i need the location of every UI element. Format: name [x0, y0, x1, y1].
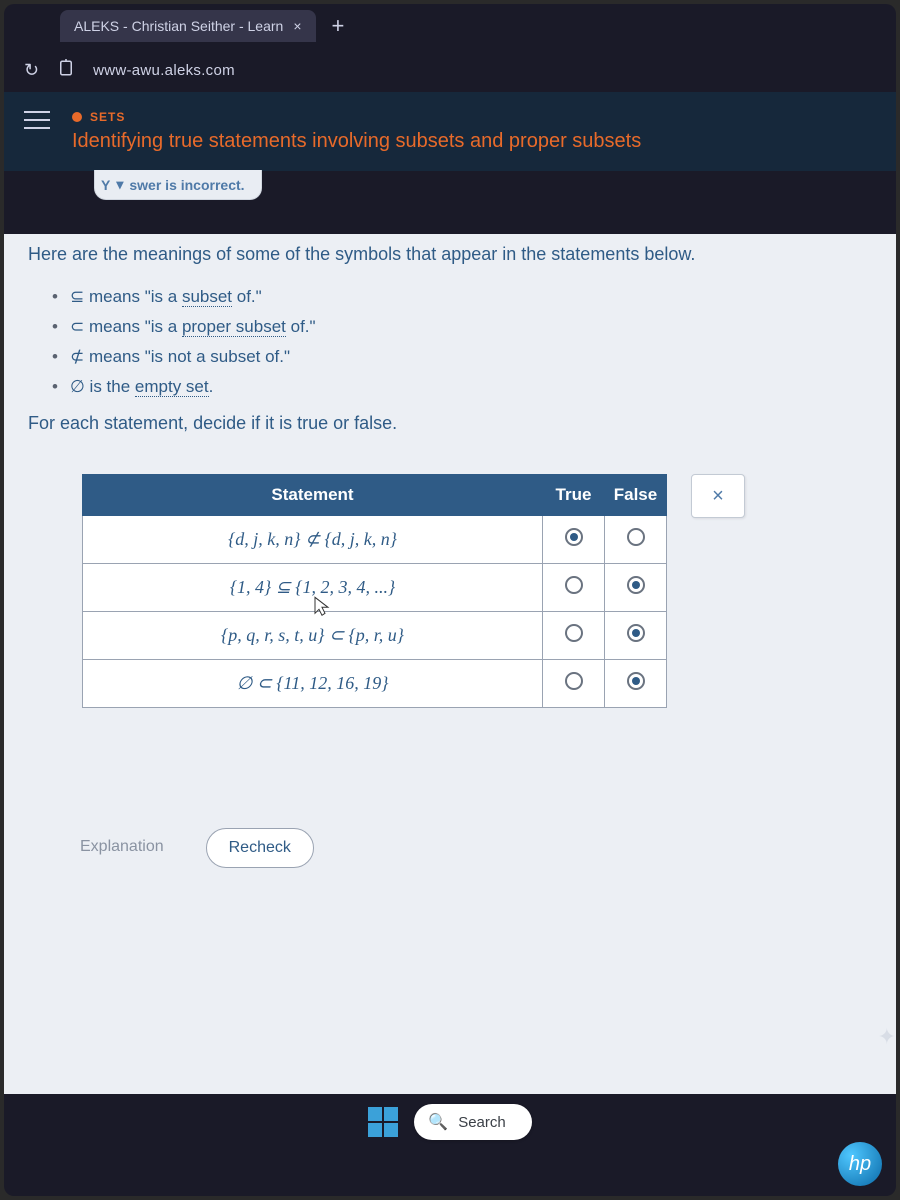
search-icon: 🔍 [428, 1112, 448, 1132]
radio-false[interactable] [605, 516, 667, 564]
col-statement: Statement [83, 475, 543, 516]
radio-false[interactable] [605, 660, 667, 708]
table-row: {p, q, r, s, t, u} ⊂ {p, r, u} [83, 612, 667, 660]
recheck-button[interactable]: Recheck [206, 828, 314, 868]
new-tab-button[interactable]: + [322, 13, 355, 39]
menu-icon[interactable] [24, 110, 50, 130]
glossary-link[interactable]: empty set [135, 377, 209, 397]
chevron-down-icon: ▾ [116, 176, 123, 193]
radio-true[interactable] [543, 564, 605, 612]
taskbar-search[interactable]: 🔍 Search [414, 1104, 531, 1140]
radio-icon [627, 576, 645, 594]
intro-text: Here are the meanings of some of the sym… [28, 234, 872, 265]
bullet-item: ∅ is the empty set. [70, 377, 872, 397]
table-row: {1, 4} ⊆ {1, 2, 3, 4, ...} [83, 564, 667, 612]
radio-icon [565, 528, 583, 546]
radio-icon [627, 528, 645, 546]
radio-icon [627, 672, 645, 690]
bullet-item: ⊆ means "is a subset of." [70, 287, 872, 307]
radio-true[interactable] [543, 660, 605, 708]
taskbar-search-label: Search [458, 1114, 506, 1131]
close-tab-icon[interactable]: × [293, 18, 301, 34]
radio-icon [565, 672, 583, 690]
feedback-pill[interactable]: Y ▾ swer is incorrect. [94, 170, 262, 200]
instruction-text: For each statement, decide if it is true… [28, 413, 872, 434]
radio-icon [565, 624, 583, 642]
close-button[interactable]: × [691, 474, 745, 518]
category-label: SETS [90, 110, 125, 124]
radio-icon [565, 576, 583, 594]
statement-cell: {d, j, k, n} ⊄ {d, j, k, n} [83, 516, 543, 564]
tab-title: ALEKS - Christian Seither - Learn [74, 18, 283, 34]
url-text[interactable]: www-awu.aleks.com [93, 62, 235, 79]
glossary-link[interactable]: proper subset [182, 317, 286, 337]
site-info-icon[interactable] [57, 59, 75, 82]
math-symbol: ⊂ [70, 317, 84, 336]
glossary-link[interactable]: subset [182, 287, 232, 307]
statement-cell: {1, 4} ⊆ {1, 2, 3, 4, ...} [83, 564, 543, 612]
hp-logo: hp [838, 1142, 882, 1186]
explanation-button[interactable]: Explanation [58, 828, 186, 868]
table-row: {d, j, k, n} ⊄ {d, j, k, n} [83, 516, 667, 564]
radio-true[interactable] [543, 516, 605, 564]
col-false: False [605, 475, 667, 516]
refresh-icon[interactable]: ↻ [24, 60, 39, 81]
math-symbol: ∅ [70, 377, 85, 396]
feedback-text: swer is incorrect. [129, 177, 244, 193]
browser-tab[interactable]: ALEKS - Christian Seither - Learn × [60, 10, 316, 42]
math-symbol: ⊆ [70, 287, 84, 306]
table-row: ∅ ⊂ {11, 12, 16, 19} [83, 660, 667, 708]
math-symbol: ⊄ [70, 347, 84, 366]
bullet-item: ⊂ means "is a proper subset of." [70, 317, 872, 337]
feedback-prefix: Y [101, 177, 110, 193]
col-true: True [543, 475, 605, 516]
statement-cell: ∅ ⊂ {11, 12, 16, 19} [83, 660, 543, 708]
radio-true[interactable] [543, 612, 605, 660]
camera-flash-icon: ✦ [878, 1024, 896, 1050]
page-title: Identifying true statements involving su… [72, 130, 641, 153]
radio-false[interactable] [605, 564, 667, 612]
category-dot-icon [72, 112, 82, 122]
windows-start-icon[interactable] [368, 1107, 398, 1137]
radio-icon [627, 624, 645, 642]
radio-false[interactable] [605, 612, 667, 660]
statement-cell: {p, q, r, s, t, u} ⊂ {p, r, u} [83, 612, 543, 660]
bullet-item: ⊄ means "is not a subset of." [70, 347, 872, 367]
statement-table: Statement True False {d, j, k, n} ⊄ {d, … [82, 474, 667, 708]
